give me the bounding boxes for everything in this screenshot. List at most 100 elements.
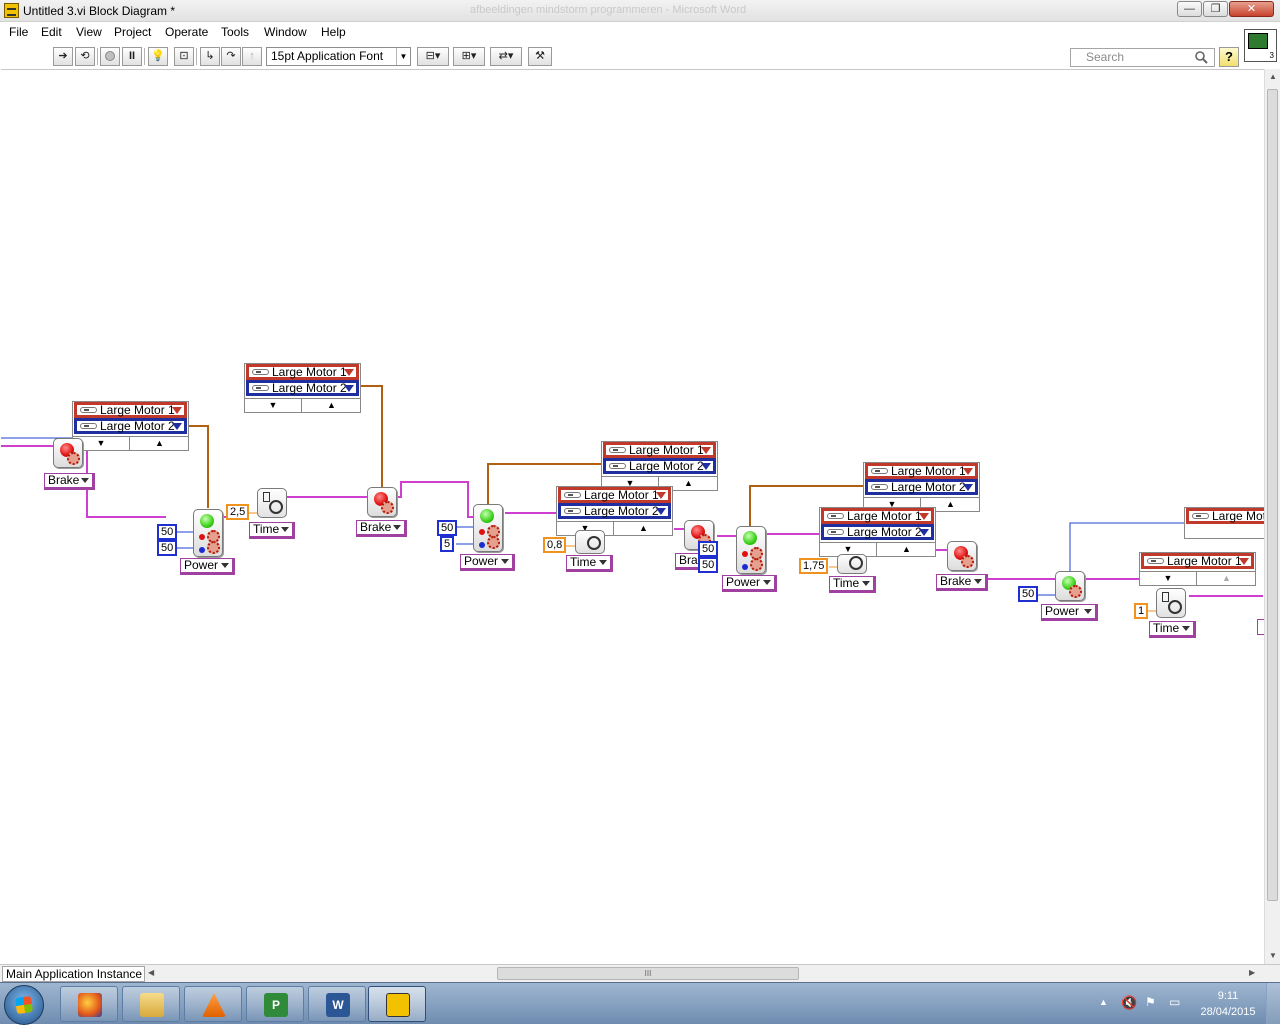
- taskbar-explorer[interactable]: [122, 986, 180, 1022]
- menu-file[interactable]: File: [9, 25, 28, 39]
- port-row-motor-2[interactable]: Large Motor 2: [246, 380, 359, 396]
- menu-project[interactable]: Project: [114, 25, 151, 39]
- port-row-motor-2[interactable]: Large Motor 2: [603, 458, 716, 474]
- scroll-down-icon[interactable]: ▼: [1265, 948, 1280, 964]
- vertical-scroll-thumb[interactable]: [1267, 89, 1278, 901]
- numeric-constant[interactable]: 50: [698, 541, 719, 557]
- volume-muted-icon[interactable]: 🔇: [1121, 995, 1137, 1011]
- search-input[interactable]: Search: [1070, 48, 1215, 67]
- menu-operate[interactable]: Operate: [165, 25, 208, 39]
- motor-power-node[interactable]: [1055, 571, 1085, 601]
- scroll-up-icon[interactable]: ▲: [1265, 69, 1280, 85]
- menu-view[interactable]: View: [76, 25, 102, 39]
- pause-icon[interactable]: II: [122, 47, 142, 66]
- minimize-button[interactable]: —: [1177, 1, 1202, 17]
- port-row-motor-2[interactable]: Large Motor 2: [558, 503, 671, 519]
- port-row-motor-1[interactable]: Large Motor 1: [1141, 553, 1254, 569]
- collapse-up-icon[interactable]: ▲: [878, 543, 935, 556]
- retain-wire-values-icon[interactable]: ⊡: [174, 47, 194, 66]
- time-constant[interactable]: 1: [1134, 603, 1149, 619]
- mode-select-time[interactable]: Time: [566, 555, 613, 572]
- expand-down-icon[interactable]: ▼: [245, 399, 302, 412]
- step-out-icon[interactable]: ↑: [242, 47, 262, 66]
- port-selector[interactable]: Large Motor 1 Large Motor 2 ▼ ▲: [244, 363, 361, 413]
- numeric-constant[interactable]: 50: [157, 524, 178, 540]
- step-into-icon[interactable]: ↳: [200, 47, 220, 66]
- close-button[interactable]: ✕: [1229, 1, 1274, 17]
- taskbar-project[interactable]: P: [246, 986, 304, 1022]
- reorder-icon[interactable]: ⇄▾: [490, 47, 522, 66]
- mode-select-power[interactable]: Power: [180, 558, 235, 575]
- taskbar-vlc[interactable]: [184, 986, 242, 1022]
- collapse-up-icon[interactable]: ▲: [303, 399, 360, 412]
- mode-select-power[interactable]: Power: [460, 554, 515, 571]
- taskbar-firefox[interactable]: [60, 986, 118, 1022]
- port-row-motor-2[interactable]: Large Motor 2: [74, 418, 187, 434]
- port-row-motor-2[interactable]: Large Motor 2: [865, 479, 978, 495]
- motor-power-node[interactable]: [736, 526, 766, 574]
- port-row-motor-1[interactable]: Large Motor 1: [246, 364, 359, 380]
- vi-icon[interactable]: 3: [1244, 29, 1277, 62]
- expand-down-icon[interactable]: ▼: [1140, 572, 1197, 585]
- taskbar-clock[interactable]: 9:11 28/04/2015: [1195, 988, 1261, 1020]
- port-row-motor-1[interactable]: Large Motor 1: [865, 463, 978, 479]
- port-selector[interactable]: Large Mot: [1184, 507, 1264, 539]
- port-selector[interactable]: Large Motor 1 Large Motor 2 ▼ ▲: [601, 441, 718, 491]
- collapse-up-icon[interactable]: ▲: [1198, 572, 1255, 585]
- run-arrow-icon[interactable]: ➔: [53, 47, 73, 66]
- start-button[interactable]: [4, 985, 44, 1025]
- motor-brake-node[interactable]: [367, 487, 397, 517]
- port-selector[interactable]: Large Motor 1 Large Motor 2 ▼ ▲: [863, 462, 980, 512]
- collapse-up-icon[interactable]: ▲: [131, 437, 188, 450]
- motor-power-node[interactable]: [473, 504, 503, 552]
- mode-select-time[interactable]: Time: [249, 522, 295, 539]
- action-center-icon[interactable]: ⚑: [1145, 995, 1156, 1009]
- port-row-motor-1[interactable]: Large Motor 1: [558, 487, 671, 503]
- maximize-button[interactable]: ❐: [1203, 1, 1228, 17]
- mode-select-brake[interactable]: Brake: [356, 520, 407, 537]
- horizontal-scroll-thumb[interactable]: III: [497, 967, 799, 980]
- port-row-motor-1[interactable]: Large Motor 1: [603, 442, 716, 458]
- taskbar-labview[interactable]: [368, 986, 426, 1022]
- mode-select-power[interactable]: Power: [722, 575, 777, 592]
- port-selector[interactable]: Large Motor 1 ▼ ▲: [1139, 552, 1256, 586]
- context-help-button[interactable]: ?: [1219, 47, 1239, 67]
- time-constant[interactable]: 2,5: [226, 504, 250, 520]
- font-select[interactable]: 15pt Application Font ▼: [266, 47, 411, 66]
- step-over-icon[interactable]: ↷: [221, 47, 241, 66]
- numeric-constant[interactable]: 50: [698, 557, 719, 573]
- mode-select-brake[interactable]: Brake: [936, 574, 988, 591]
- port-row-motor-1[interactable]: Large Motor 1: [74, 402, 187, 418]
- abort-icon[interactable]: [100, 47, 120, 66]
- wait-time-node[interactable]: [837, 554, 867, 574]
- menu-edit[interactable]: Edit: [41, 25, 62, 39]
- highlight-execution-icon[interactable]: 💡: [148, 47, 168, 66]
- run-continuously-icon[interactable]: ⟲: [75, 47, 95, 66]
- port-selector[interactable]: Large Motor 1 Large Motor 2 ▼ ▲: [556, 486, 673, 536]
- menu-tools[interactable]: Tools: [221, 25, 249, 39]
- menu-window[interactable]: Window: [264, 25, 307, 39]
- show-desktop-button[interactable]: [1266, 983, 1280, 1024]
- numeric-constant[interactable]: 50: [1018, 586, 1039, 602]
- vertical-scrollbar[interactable]: ▲ ▼: [1264, 69, 1280, 964]
- port-selector[interactable]: Large Motor 1 Large Motor 2 ▼ ▲: [72, 401, 189, 451]
- collapse-up-icon[interactable]: ▲: [615, 522, 672, 535]
- show-hidden-icons-icon[interactable]: ▲: [1099, 997, 1108, 1007]
- time-constant[interactable]: 1,75: [799, 558, 829, 574]
- motor-brake-node[interactable]: [53, 438, 83, 468]
- menu-help[interactable]: Help: [321, 25, 346, 39]
- scroll-right-icon[interactable]: ▶: [1249, 968, 1255, 977]
- network-icon[interactable]: ▭: [1169, 995, 1180, 1009]
- block-diagram[interactable]: Large Motor 1 Large Motor 2 ▼ ▲ Large Mot…: [1, 69, 1264, 964]
- scroll-left-icon[interactable]: ◀: [148, 968, 154, 977]
- wait-time-node[interactable]: [575, 530, 605, 554]
- wait-time-node[interactable]: [1156, 588, 1186, 618]
- motor-brake-node[interactable]: [947, 541, 977, 571]
- port-row-motor-2[interactable]: Large Motor 2: [821, 524, 934, 540]
- port-selector[interactable]: Large Motor 1 Large Motor 2 ▼ ▲: [819, 507, 936, 557]
- clean-up-diagram-icon[interactable]: ⚒: [528, 47, 552, 66]
- mode-select-power[interactable]: Power: [1041, 604, 1098, 621]
- mode-select-time[interactable]: Time: [829, 576, 876, 593]
- numeric-constant[interactable]: 5: [440, 536, 455, 552]
- numeric-constant[interactable]: 50: [157, 540, 178, 556]
